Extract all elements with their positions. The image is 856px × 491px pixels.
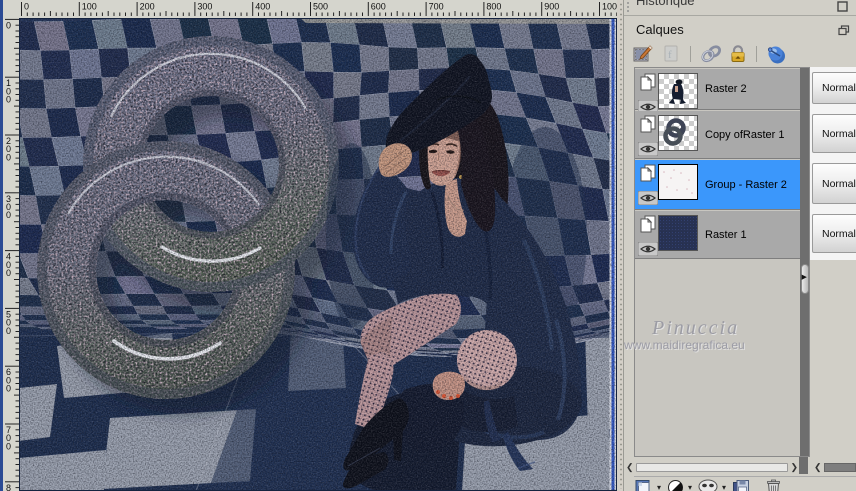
svg-text:0: 0 bbox=[6, 95, 11, 105]
svg-text:0: 0 bbox=[6, 20, 11, 30]
svg-text:0: 0 bbox=[6, 326, 11, 336]
svg-text:200: 200 bbox=[140, 2, 155, 12]
svg-text:100: 100 bbox=[82, 2, 97, 12]
svg-text:0: 0 bbox=[6, 268, 11, 278]
svg-text:500: 500 bbox=[313, 2, 328, 12]
svg-text:0: 0 bbox=[24, 2, 29, 12]
svg-text:600: 600 bbox=[371, 2, 386, 12]
svg-text:0: 0 bbox=[6, 384, 11, 394]
svg-text:0: 0 bbox=[6, 210, 11, 220]
svg-text:800: 800 bbox=[486, 2, 501, 12]
svg-text:700: 700 bbox=[429, 2, 444, 12]
svg-text:f: f bbox=[668, 49, 672, 61]
svg-text:0: 0 bbox=[6, 152, 11, 162]
svg-text:1000: 1000 bbox=[602, 2, 617, 12]
svg-text:0: 0 bbox=[6, 441, 11, 451]
svg-text:8: 8 bbox=[6, 483, 11, 491]
svg-text:400: 400 bbox=[255, 2, 270, 12]
svg-text:300: 300 bbox=[197, 2, 212, 12]
svg-text:900: 900 bbox=[544, 2, 559, 12]
